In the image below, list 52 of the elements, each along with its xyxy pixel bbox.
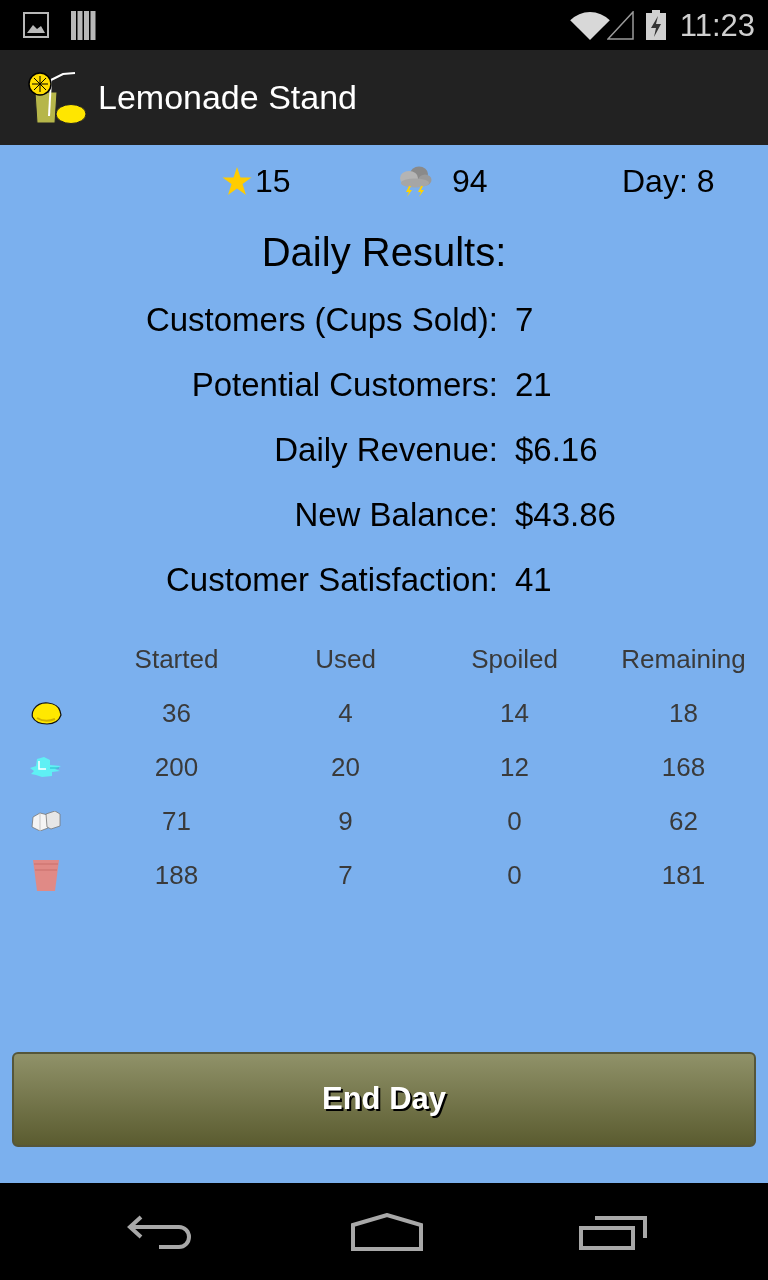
battery-icon [644,10,667,40]
table-cell-text: 7 [338,858,353,892]
column-header: Remaining [621,642,746,676]
table-cell-text: 168 [661,750,706,784]
table-cell-text: 181 [661,858,706,892]
result-label: New Balance: [294,494,498,535]
column-header: Started [134,642,219,676]
table-cell-text: 20 [331,750,360,784]
result-value: 7 [515,299,534,340]
column-header: Spoiled [471,642,558,676]
table-cell-text: 4 [338,696,353,730]
table-cell-text: 36 [162,696,191,730]
recents-icon [579,1213,647,1250]
table-cell-text: 14 [500,696,529,730]
table-cell-text: 62 [669,804,698,838]
result-label: Customer Satisfaction: [166,559,498,600]
end-day-button[interactable]: End Day [12,1052,756,1147]
table-cell-text: 188 [154,858,199,892]
table-cell-text: 12 [500,750,529,784]
temperature-value: 94 [452,162,488,201]
wifi-icon [569,10,610,40]
result-value: $6.16 [515,429,598,470]
result-label: Customers (Cups Sold): [145,299,498,340]
result-label: Potential Customers: [191,364,498,405]
lemonade-glass-icon [27,71,87,124]
sugar-cubes-icon [31,811,61,831]
table-cell-text: 18 [669,696,698,730]
table-cell-text: 0 [507,858,522,892]
bars-icon [71,10,96,40]
day-counter: Day: 8 [622,162,715,201]
home-button[interactable] [349,1210,425,1253]
picture-icon [23,12,49,38]
star-icon [222,166,252,196]
column-header: Used [315,642,376,676]
app-title: Lemonade Stand [98,77,357,118]
signal-icon [606,10,634,40]
result-label: Daily Revenue: [274,429,498,470]
table-cell-text: 200 [154,750,199,784]
clock-time: 11:23 [679,9,755,41]
table-cell-text: 9 [338,804,353,838]
ice-icon [30,757,62,777]
table-cell-text: 0 [507,804,522,838]
home-icon [351,1212,423,1251]
star-count: 15 [255,162,291,201]
table-cell-text: 71 [162,804,191,838]
lemon-icon [30,701,62,725]
result-value: 41 [515,559,552,600]
results-title: Daily Results: [261,229,507,276]
result-value: 21 [515,364,552,405]
result-value: $43.86 [515,494,616,535]
cup-icon [33,859,59,891]
storm-cloud-icon [398,165,432,197]
